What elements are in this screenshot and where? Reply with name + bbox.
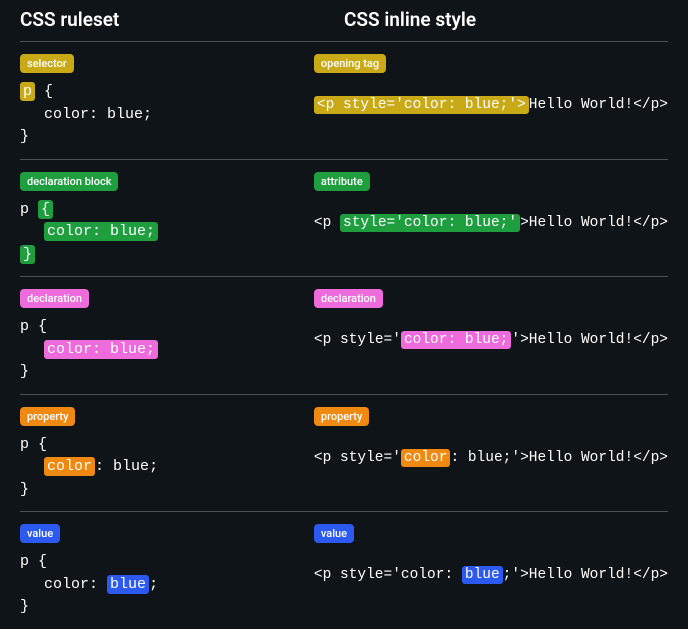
inline-code: <p style='color: blue;'>Hello World!</p> (314, 567, 668, 583)
badge-value-inline: value (314, 524, 354, 543)
badge-selector: selector (20, 54, 74, 73)
header-ruleset: CSS ruleset (20, 8, 344, 31)
badge-declaration-block: declaration block (20, 172, 118, 191)
hl-brace-open: { (38, 200, 53, 219)
row-property: property p { color: blue; } property <p … (20, 394, 668, 512)
badge-declaration-inline: declaration (314, 289, 383, 308)
badge-opening-tag: opening tag (314, 54, 386, 73)
hl-value: blue (107, 575, 149, 594)
row-selector: selector p { color: blue; } opening tag … (20, 41, 668, 159)
inline-code: <p style='color: blue;'>Hello World!</p> (314, 215, 668, 231)
ruleset-code: p { color: blue; } (20, 434, 314, 502)
inline-col: attribute <p style='color: blue;'>Hello … (314, 170, 668, 267)
hl-property-inline: color (401, 449, 451, 467)
inline-code: <p style='color: blue;'>Hello World!</p> (314, 450, 668, 466)
ruleset-col: value p { color: blue; } (20, 522, 314, 619)
ruleset-col: property p { color: blue; } (20, 405, 314, 502)
hl-selector: p (20, 82, 35, 101)
brace-close: } (20, 128, 29, 145)
badge-property: property (20, 407, 75, 426)
badge-property-inline: property (314, 407, 369, 426)
badge-attribute: attribute (314, 172, 370, 191)
header-inline: CSS inline style (344, 8, 668, 31)
ruleset-col: declaration p { color: blue; } (20, 287, 314, 384)
ruleset-col: declaration block p { color: blue; } (20, 170, 314, 267)
decl-line: color: blue; (20, 106, 152, 123)
hl-decl-block: color: blue; (44, 222, 158, 241)
hl-brace-close: } (20, 245, 35, 264)
ruleset-col: selector p { color: blue; } (20, 52, 314, 149)
hl-declaration: color: blue; (44, 340, 158, 359)
inline-code: <p style='color: blue;'>Hello World!</p> (314, 332, 668, 348)
hl-attribute: style='color: blue;' (340, 214, 520, 232)
inline-col: value <p style='color: blue;'>Hello Worl… (314, 522, 668, 619)
inline-col: declaration <p style='color: blue;'>Hell… (314, 287, 668, 384)
ruleset-code: p { color: blue; } (20, 316, 314, 384)
column-headers: CSS ruleset CSS inline style (20, 8, 668, 31)
badge-declaration: declaration (20, 289, 89, 308)
row-declaration: declaration p { color: blue; } declarati… (20, 276, 668, 394)
row-value: value p { color: blue; } value <p style=… (20, 511, 668, 629)
inline-col: property <p style='color: blue;'>Hello W… (314, 405, 668, 502)
hl-opening-tag: <p style='color: blue;'> (314, 96, 529, 114)
inline-col: opening tag <p style='color: blue;'>Hell… (314, 52, 668, 149)
row-declaration-block: declaration block p { color: blue; } att… (20, 159, 668, 277)
hl-value-inline: blue (462, 566, 503, 584)
ruleset-code: p { color: blue; } (20, 199, 314, 267)
hl-declaration-inline: color: blue; (401, 331, 511, 349)
ruleset-code: p { color: blue; } (20, 551, 314, 619)
brace-open: { (44, 83, 53, 100)
inline-code: <p style='color: blue;'>Hello World!</p> (314, 97, 668, 113)
hl-property: color (44, 457, 95, 476)
ruleset-code: p { color: blue; } (20, 81, 314, 149)
badge-value: value (20, 524, 60, 543)
